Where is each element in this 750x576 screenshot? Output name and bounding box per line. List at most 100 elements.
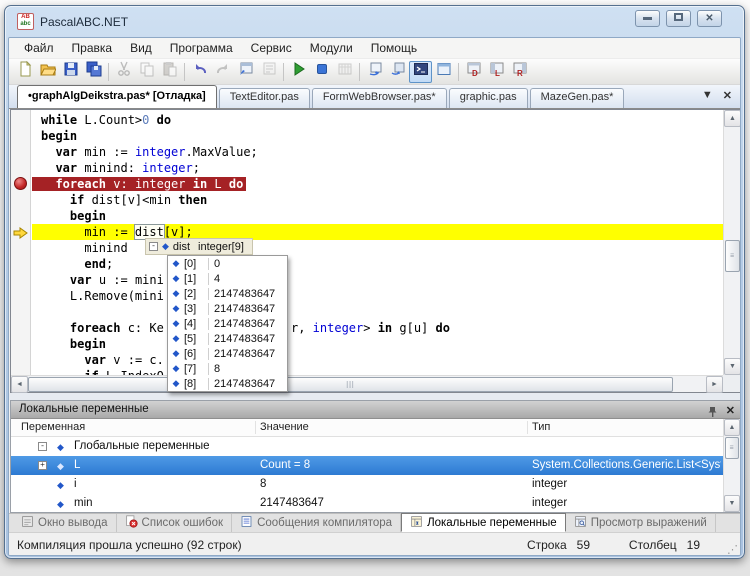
locals-scroll-thumb[interactable]: ≡ [725,437,739,459]
scroll-left-icon[interactable]: ◄ [11,376,28,393]
error-list-icon [125,515,138,531]
array-element-row-3: ◆[3]2147483647 [168,301,287,316]
scroll-down-icon[interactable]: ▼ [724,358,741,375]
panel-header[interactable]: Локальные переменные ✕ [11,401,740,419]
dock-default-icon: D [466,61,482,82]
variable-diamond-icon: ◆ [168,273,184,284]
bottom-tab-2[interactable]: Сообщения компилятора [232,514,401,532]
code-editor[interactable]: while L.Count>0 dobegin var min := integ… [10,109,741,393]
menu-item-5[interactable]: Модули [301,39,362,57]
tab-document-4[interactable]: MazeGen.pas* [530,88,625,108]
menu-item-2[interactable]: Вид [121,39,161,57]
locals-row-Глобальные переменные[interactable]: -◆Глобальные переменные [11,437,723,456]
variable-diamond-icon: ◆ [168,303,184,314]
maximize-button[interactable] [666,10,691,27]
minimize-icon [643,17,652,20]
status-column-indicator: Столбец19 [629,538,700,552]
show-output-button[interactable] [363,61,386,83]
locals-scrollbar[interactable]: ▲ ≡ ▼ [723,419,740,512]
bottom-tab-label: Локальные переменные [427,517,557,529]
editor-horizontal-scrollbar[interactable]: ◄ ||| ► [11,375,723,392]
toolbar-separator [458,63,459,81]
local-variables-icon [410,515,423,531]
menu-item-6[interactable]: Помощь [362,39,426,57]
code-area[interactable]: while L.Count>0 dobegin var min := integ… [32,110,723,375]
save-button[interactable] [59,61,82,83]
horizontal-scroll-thumb[interactable]: ||| [28,377,673,392]
watch-icon [574,515,587,531]
tab-close-button[interactable]: ✕ [723,89,732,102]
editor-vertical-scrollbar[interactable]: ▲ ≡ ▼ [723,110,740,375]
svg-text:L: L [495,69,500,77]
tab-list-button[interactable]: ▼ [702,89,713,102]
scroll-up-icon[interactable]: ▲ [724,110,741,127]
panel-splitter[interactable] [9,393,740,400]
dock-default-button[interactable]: D [462,61,485,83]
menu-item-4[interactable]: Сервис [242,39,301,57]
run-icon [291,61,307,82]
status-bar: Компиляция прошла успешно (92 строк) Стр… [9,532,740,556]
tooltip-var-name: dist [173,241,190,253]
resize-grip[interactable]: ⋰ [727,543,738,556]
console-button[interactable] [409,61,432,83]
bottom-tab-3[interactable]: Локальные переменные [401,513,566,532]
locals-row-L[interactable]: +◆LCount = 8System.Collections.Generic.L… [11,456,723,475]
show-debug-button[interactable] [386,61,409,83]
bottom-tab-0[interactable]: Окно вывода [13,514,117,532]
new-file-button[interactable] [13,61,36,83]
save-all-button[interactable] [82,61,105,83]
menu-item-0[interactable]: Файл [15,39,63,57]
scroll-right-icon[interactable]: ► [706,376,723,393]
code-line-10: var u := mini [41,272,723,288]
vertical-scroll-thumb[interactable]: ≡ [725,240,740,272]
tab-document-2[interactable]: FormWebBrowser.pas* [312,88,447,108]
format-code-button [257,61,280,83]
tab-document-3[interactable]: graphic.pas [449,88,528,108]
title-bar[interactable]: AB abc PascalABC.NET ✕ [5,6,744,37]
goto-window-button[interactable] [234,61,257,83]
locals-row-min[interactable]: ◆min2147483647integer [11,494,723,513]
tab-document-1[interactable]: TextEditor.pas [219,88,310,108]
copy-button [135,61,158,83]
dock-left-button[interactable]: L [485,61,508,83]
panel-close-icon[interactable]: ✕ [726,403,735,420]
menu-bar: ФайлПравкаВидПрограммаСервисМодулиПомощь [9,38,740,59]
dock-right-button[interactable]: R [508,61,531,83]
debug-tooltip-header[interactable]: - ◆ dist integer[9] [145,238,253,255]
form-designer-button[interactable] [432,61,455,83]
expand-icon[interactable]: + [38,461,47,470]
run-button[interactable] [287,61,310,83]
editor-gutter[interactable] [11,110,31,392]
menu-item-1[interactable]: Правка [63,39,122,57]
toolbar-separator [283,63,284,81]
compile-button [333,61,356,83]
close-button[interactable]: ✕ [697,10,722,27]
tab-document-0[interactable]: •graphAlgDeikstra.pas* [Отладка] [17,85,217,108]
pin-icon[interactable] [707,406,718,418]
menu-item-3[interactable]: Программа [161,39,242,57]
bottom-tab-1[interactable]: Список ошибок [117,514,233,532]
collapse-icon[interactable]: - [149,242,158,251]
bottom-tab-4[interactable]: Просмотр выражений [566,514,716,532]
array-value: 2147483647 [208,333,275,345]
close-icon: ✕ [705,13,713,24]
bottom-tab-strip: Окно выводаСписок ошибокСообщения компил… [9,513,740,532]
locals-scroll-down-icon[interactable]: ▼ [724,495,740,512]
paste-icon [162,61,178,82]
undo-button[interactable] [188,61,211,83]
minimize-button[interactable] [635,10,660,27]
breakpoint-icon[interactable] [14,177,27,190]
locals-column-header[interactable]: Переменная Значение Тип [11,419,723,437]
locals-row-i[interactable]: ◆i8integer [11,475,723,494]
stop-button[interactable] [310,61,333,83]
array-index: [8] [184,378,208,390]
client-area: ФайлПравкаВидПрограммаСервисМодулиПомощь… [8,37,741,556]
stop-icon [314,61,330,82]
locals-scroll-up-icon[interactable]: ▲ [724,419,740,436]
column-variable: Переменная [21,421,85,433]
collapse-icon[interactable]: - [38,442,47,451]
window-title: PascalABC.NET [40,15,128,29]
open-file-button[interactable] [36,61,59,83]
array-index: [0] [184,258,208,270]
code-line-9: end; [41,256,723,272]
